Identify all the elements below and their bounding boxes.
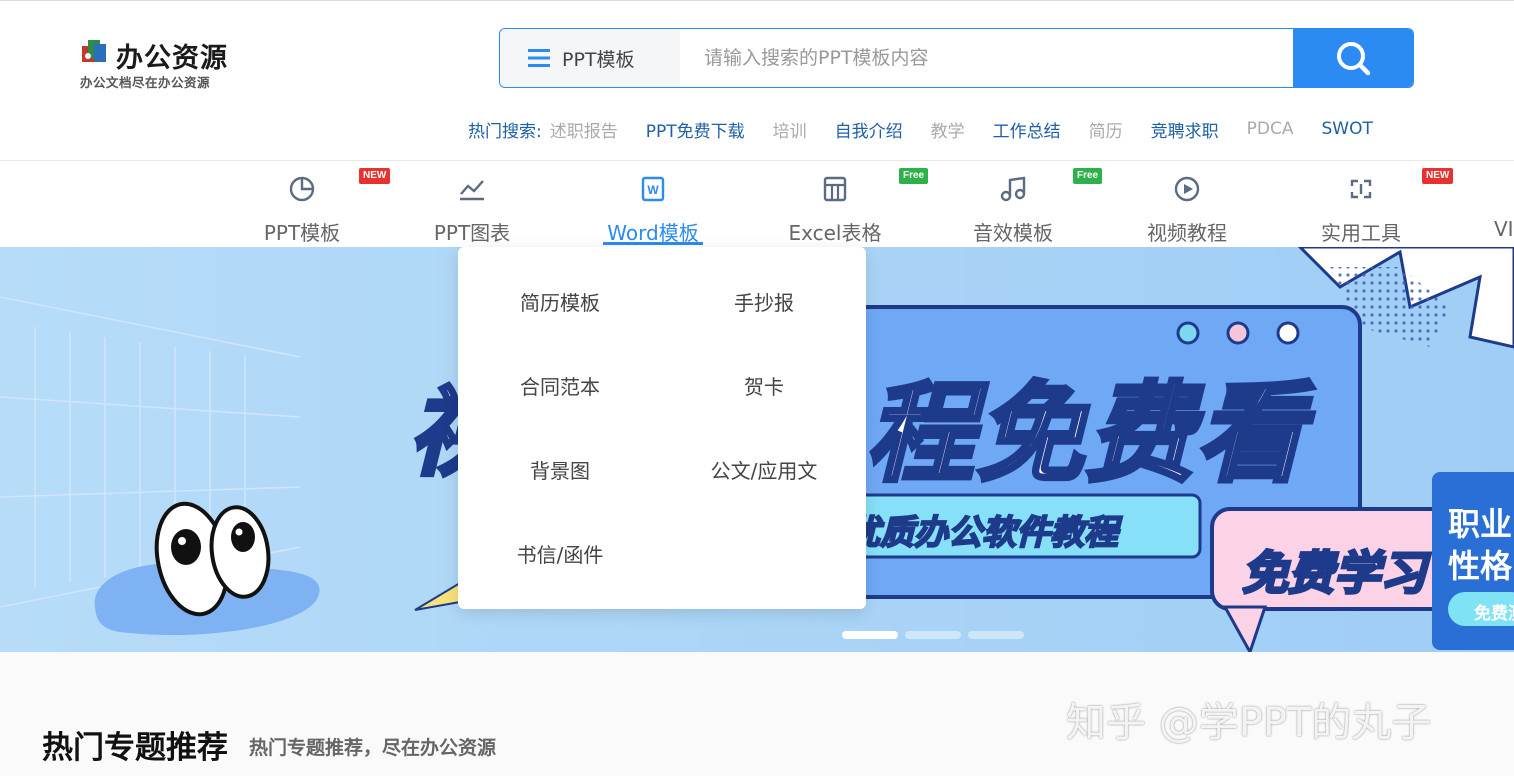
carousel-dot[interactable] bbox=[968, 631, 1024, 639]
hot-search-link[interactable]: 竞聘求职 bbox=[1151, 117, 1219, 142]
hot-search-link[interactable]: PPT免费下载 bbox=[646, 117, 745, 142]
brand-slogan: 办公文档尽在办公资源 bbox=[80, 75, 211, 90]
search-input[interactable] bbox=[680, 29, 1294, 87]
tool-swap-icon bbox=[1350, 179, 1372, 199]
nav-label: 音效模板 bbox=[973, 221, 1053, 245]
banner-bubble-text: 免费学习 bbox=[1242, 545, 1428, 602]
nav-item-ppt-charts[interactable]: PPT图表 bbox=[402, 170, 542, 246]
side-card-button[interactable]: 免费测 bbox=[1474, 599, 1514, 624]
banner-headline: 程免费看 bbox=[864, 370, 1307, 499]
new-badge: NEW bbox=[1422, 168, 1454, 184]
carousel-dot-active[interactable] bbox=[842, 631, 898, 639]
hot-search-link[interactable]: 教学 bbox=[931, 117, 965, 142]
word-templates-dropdown: 简历模板 手抄报 合同范本 贺卡 背景图 公文/应用文 书信/函件 bbox=[458, 247, 866, 609]
search-icon bbox=[1337, 42, 1371, 76]
side-card-line1: 职业 bbox=[1448, 505, 1513, 543]
dropdown-item-greeting-card[interactable]: 贺卡 bbox=[662, 371, 866, 400]
dropdown-item-background[interactable]: 背景图 bbox=[458, 455, 662, 484]
search-category-select[interactable]: PPT模板 bbox=[500, 29, 680, 87]
free-badge: Free bbox=[1073, 168, 1103, 184]
nav-item-word-templates[interactable]: W Word模板 bbox=[583, 170, 723, 246]
hot-search-link[interactable]: 工作总结 bbox=[993, 117, 1061, 142]
hot-search-link[interactable]: SWOT bbox=[1321, 119, 1372, 139]
carousel-indicators bbox=[842, 631, 1024, 639]
spreadsheet-icon bbox=[823, 176, 847, 202]
nav-label: VI bbox=[1494, 217, 1514, 241]
hot-search-link[interactable]: 自我介绍 bbox=[835, 117, 903, 142]
new-badge: NEW bbox=[359, 168, 391, 184]
svg-text:W: W bbox=[647, 183, 659, 197]
pie-chart-icon bbox=[289, 176, 315, 202]
nav-item-sound[interactable]: 音效模板 bbox=[943, 170, 1083, 246]
nav-label: 实用工具 bbox=[1321, 221, 1401, 245]
nav-label: Excel表格 bbox=[788, 221, 882, 245]
hot-search-bar: 热门搜索: 述职报告 PPT免费下载 培训 自我介绍 教学 工作总结 简历 竞聘… bbox=[468, 116, 1401, 142]
hot-search-link[interactable]: 培训 bbox=[773, 117, 807, 142]
active-tab-underline bbox=[603, 242, 703, 245]
site-logo[interactable]: 办公资源 办公文档尽在办公资源 bbox=[80, 36, 240, 92]
nav-label: 视频教程 bbox=[1147, 221, 1227, 245]
logo-icon bbox=[82, 40, 106, 62]
dropdown-item-letters[interactable]: 书信/函件 bbox=[458, 539, 662, 568]
nav-item-vi[interactable]: VI bbox=[1474, 170, 1514, 246]
section-subtitle: 热门专题推荐，尽在办公资源 bbox=[249, 737, 497, 759]
nav-item-excel[interactable]: Excel表格 bbox=[765, 170, 905, 246]
free-badge: Free bbox=[899, 168, 929, 184]
brand-name: 办公资源 bbox=[116, 43, 228, 74]
banner-headline-left: 视 bbox=[408, 355, 458, 494]
word-doc-icon: W bbox=[641, 176, 665, 202]
nav-label: PPT模板 bbox=[263, 221, 341, 245]
search-category-label: PPT模板 bbox=[562, 48, 635, 71]
dropdown-item-resume[interactable]: 简历模板 bbox=[458, 287, 662, 316]
nav-item-tools[interactable]: 实用工具 bbox=[1291, 170, 1431, 246]
dropdown-item-contract[interactable]: 合同范本 bbox=[458, 371, 662, 400]
nav-item-ppt-templates[interactable]: PPT模板 bbox=[232, 170, 372, 246]
nav-label: PPT图表 bbox=[433, 221, 511, 245]
dropdown-item-official-docs[interactable]: 公文/应用文 bbox=[662, 455, 866, 484]
header-divider bbox=[0, 160, 1514, 161]
hot-search-link[interactable]: 述职报告 bbox=[550, 117, 618, 142]
top-border bbox=[0, 0, 1514, 1]
nav-item-video[interactable]: 视频教程 bbox=[1117, 170, 1257, 246]
hot-search-link[interactable]: 简历 bbox=[1089, 117, 1123, 142]
side-card-line2: 性格 bbox=[1448, 547, 1513, 585]
search-button[interactable] bbox=[1293, 29, 1413, 87]
menu-icon bbox=[528, 49, 550, 67]
music-note-icon bbox=[1000, 176, 1026, 202]
line-chart-icon bbox=[460, 180, 484, 201]
hot-search-link[interactable]: PDCA bbox=[1247, 119, 1294, 139]
zhihu-watermark: 知乎 @学PPT的丸子 bbox=[1066, 700, 1432, 746]
dropdown-item-handwritten-newspaper[interactable]: 手抄报 bbox=[662, 287, 866, 316]
banner-subtitle: 优质办公软件教程 bbox=[846, 512, 1119, 554]
hot-search-label: 热门搜索: bbox=[468, 121, 542, 142]
carousel-dot[interactable] bbox=[905, 631, 961, 639]
section-title: 热门专题推荐 bbox=[42, 730, 228, 766]
search-bar: PPT模板 bbox=[499, 28, 1414, 88]
play-circle-icon bbox=[1174, 176, 1200, 202]
